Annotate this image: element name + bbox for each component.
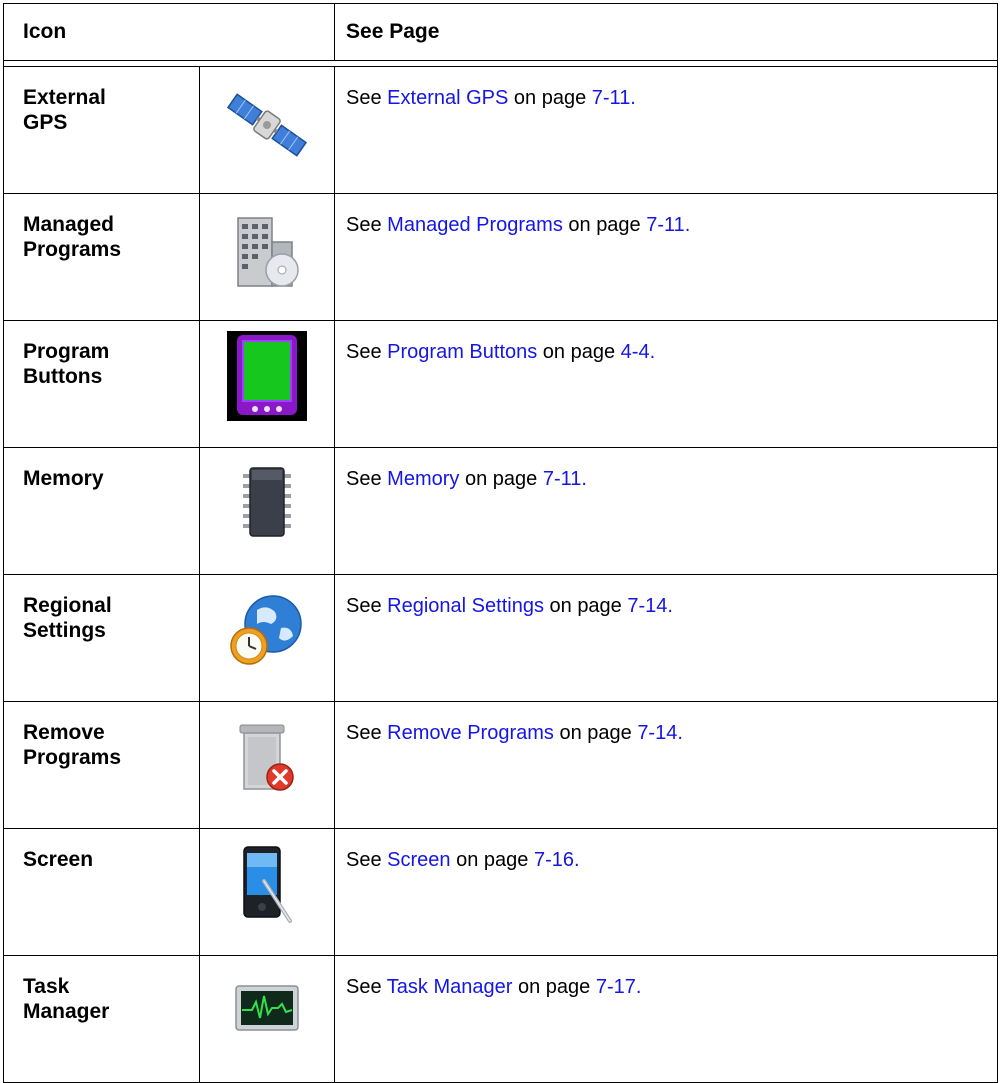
link-task-manager[interactable]: Task Manager bbox=[387, 976, 513, 998]
row-label: Remove Programs bbox=[3, 701, 200, 829]
link-memory[interactable]: Memory bbox=[387, 468, 459, 490]
page-link[interactable]: 7-16. bbox=[534, 849, 580, 871]
globe-clock-icon bbox=[200, 590, 334, 670]
on-page-text: on page bbox=[553, 722, 638, 744]
link-managed-programs[interactable]: Managed Programs bbox=[387, 214, 563, 236]
page-link[interactable]: 7-11. bbox=[592, 87, 636, 109]
link-external-gps[interactable]: External GPS bbox=[387, 87, 508, 109]
link-regional-settings[interactable]: Regional Settings bbox=[387, 595, 544, 617]
building-disc-icon bbox=[200, 212, 334, 292]
on-page-text: on page bbox=[562, 214, 647, 236]
table-row: Task Manager See Task Manager on page 7-… bbox=[3, 955, 999, 1083]
program-buttons-icon bbox=[200, 331, 334, 421]
see-prefix: See bbox=[346, 214, 388, 236]
on-page-text: on page bbox=[450, 849, 534, 871]
on-page-text: on page bbox=[508, 87, 592, 109]
link-program-buttons[interactable]: Program Buttons bbox=[387, 341, 537, 363]
page-link[interactable]: 7-11. bbox=[646, 214, 690, 236]
row-label: Memory bbox=[3, 447, 200, 575]
row-label: Screen bbox=[3, 828, 200, 956]
on-page-text: on page bbox=[543, 595, 628, 617]
see-prefix: See bbox=[346, 468, 388, 490]
table-row: Managed Programs See Managed Programs on… bbox=[3, 193, 999, 321]
page-link[interactable]: 7-14. bbox=[637, 722, 683, 744]
row-label: Program Buttons bbox=[3, 320, 200, 448]
page-link[interactable]: 7-14. bbox=[627, 595, 673, 617]
row-label: External GPS bbox=[3, 66, 200, 194]
task-manager-icon bbox=[200, 978, 334, 1038]
table-row: External GPS See External GPS on page 7-… bbox=[3, 66, 999, 194]
see-prefix: See bbox=[346, 341, 388, 363]
page-link[interactable]: 7-11. bbox=[543, 468, 587, 490]
see-prefix: See bbox=[346, 595, 388, 617]
table-row: Remove Programs See Remove Programs on p… bbox=[3, 701, 999, 829]
table-row: Memory See Memory on page 7-11. bbox=[3, 447, 999, 575]
see-prefix: See bbox=[346, 976, 387, 998]
page-link[interactable]: 7-17. bbox=[596, 976, 642, 998]
header-icon: Icon bbox=[2, 3, 336, 61]
satellite-icon bbox=[200, 80, 334, 170]
see-prefix: See bbox=[346, 849, 388, 871]
memory-chip-icon bbox=[200, 462, 334, 542]
link-screen[interactable]: Screen bbox=[387, 849, 450, 871]
table-row: Screen See Screen on page 7-16. bbox=[3, 828, 999, 956]
screen-stylus-icon bbox=[200, 841, 334, 926]
on-page-text: on page bbox=[537, 341, 621, 363]
see-prefix: See bbox=[346, 722, 388, 744]
on-page-text: on page bbox=[512, 976, 596, 998]
on-page-text: on page bbox=[459, 468, 543, 490]
settings-reference-table: Icon See Page External GPS See External … bbox=[2, 3, 999, 1083]
row-label: Regional Settings bbox=[3, 574, 200, 702]
remove-programs-icon bbox=[200, 717, 334, 797]
link-remove-programs[interactable]: Remove Programs bbox=[387, 722, 554, 744]
header-see-page: See Page bbox=[334, 3, 999, 61]
table-header-row: Icon See Page bbox=[2, 3, 999, 61]
table-row: Program Buttons See Program Buttons on p… bbox=[3, 320, 999, 448]
row-label: Task Manager bbox=[3, 955, 200, 1083]
row-label: Managed Programs bbox=[3, 193, 200, 321]
see-prefix: See bbox=[346, 87, 388, 109]
page-link[interactable]: 4-4. bbox=[621, 341, 655, 363]
table-row: Regional Settings See Regional Settings … bbox=[3, 574, 999, 702]
